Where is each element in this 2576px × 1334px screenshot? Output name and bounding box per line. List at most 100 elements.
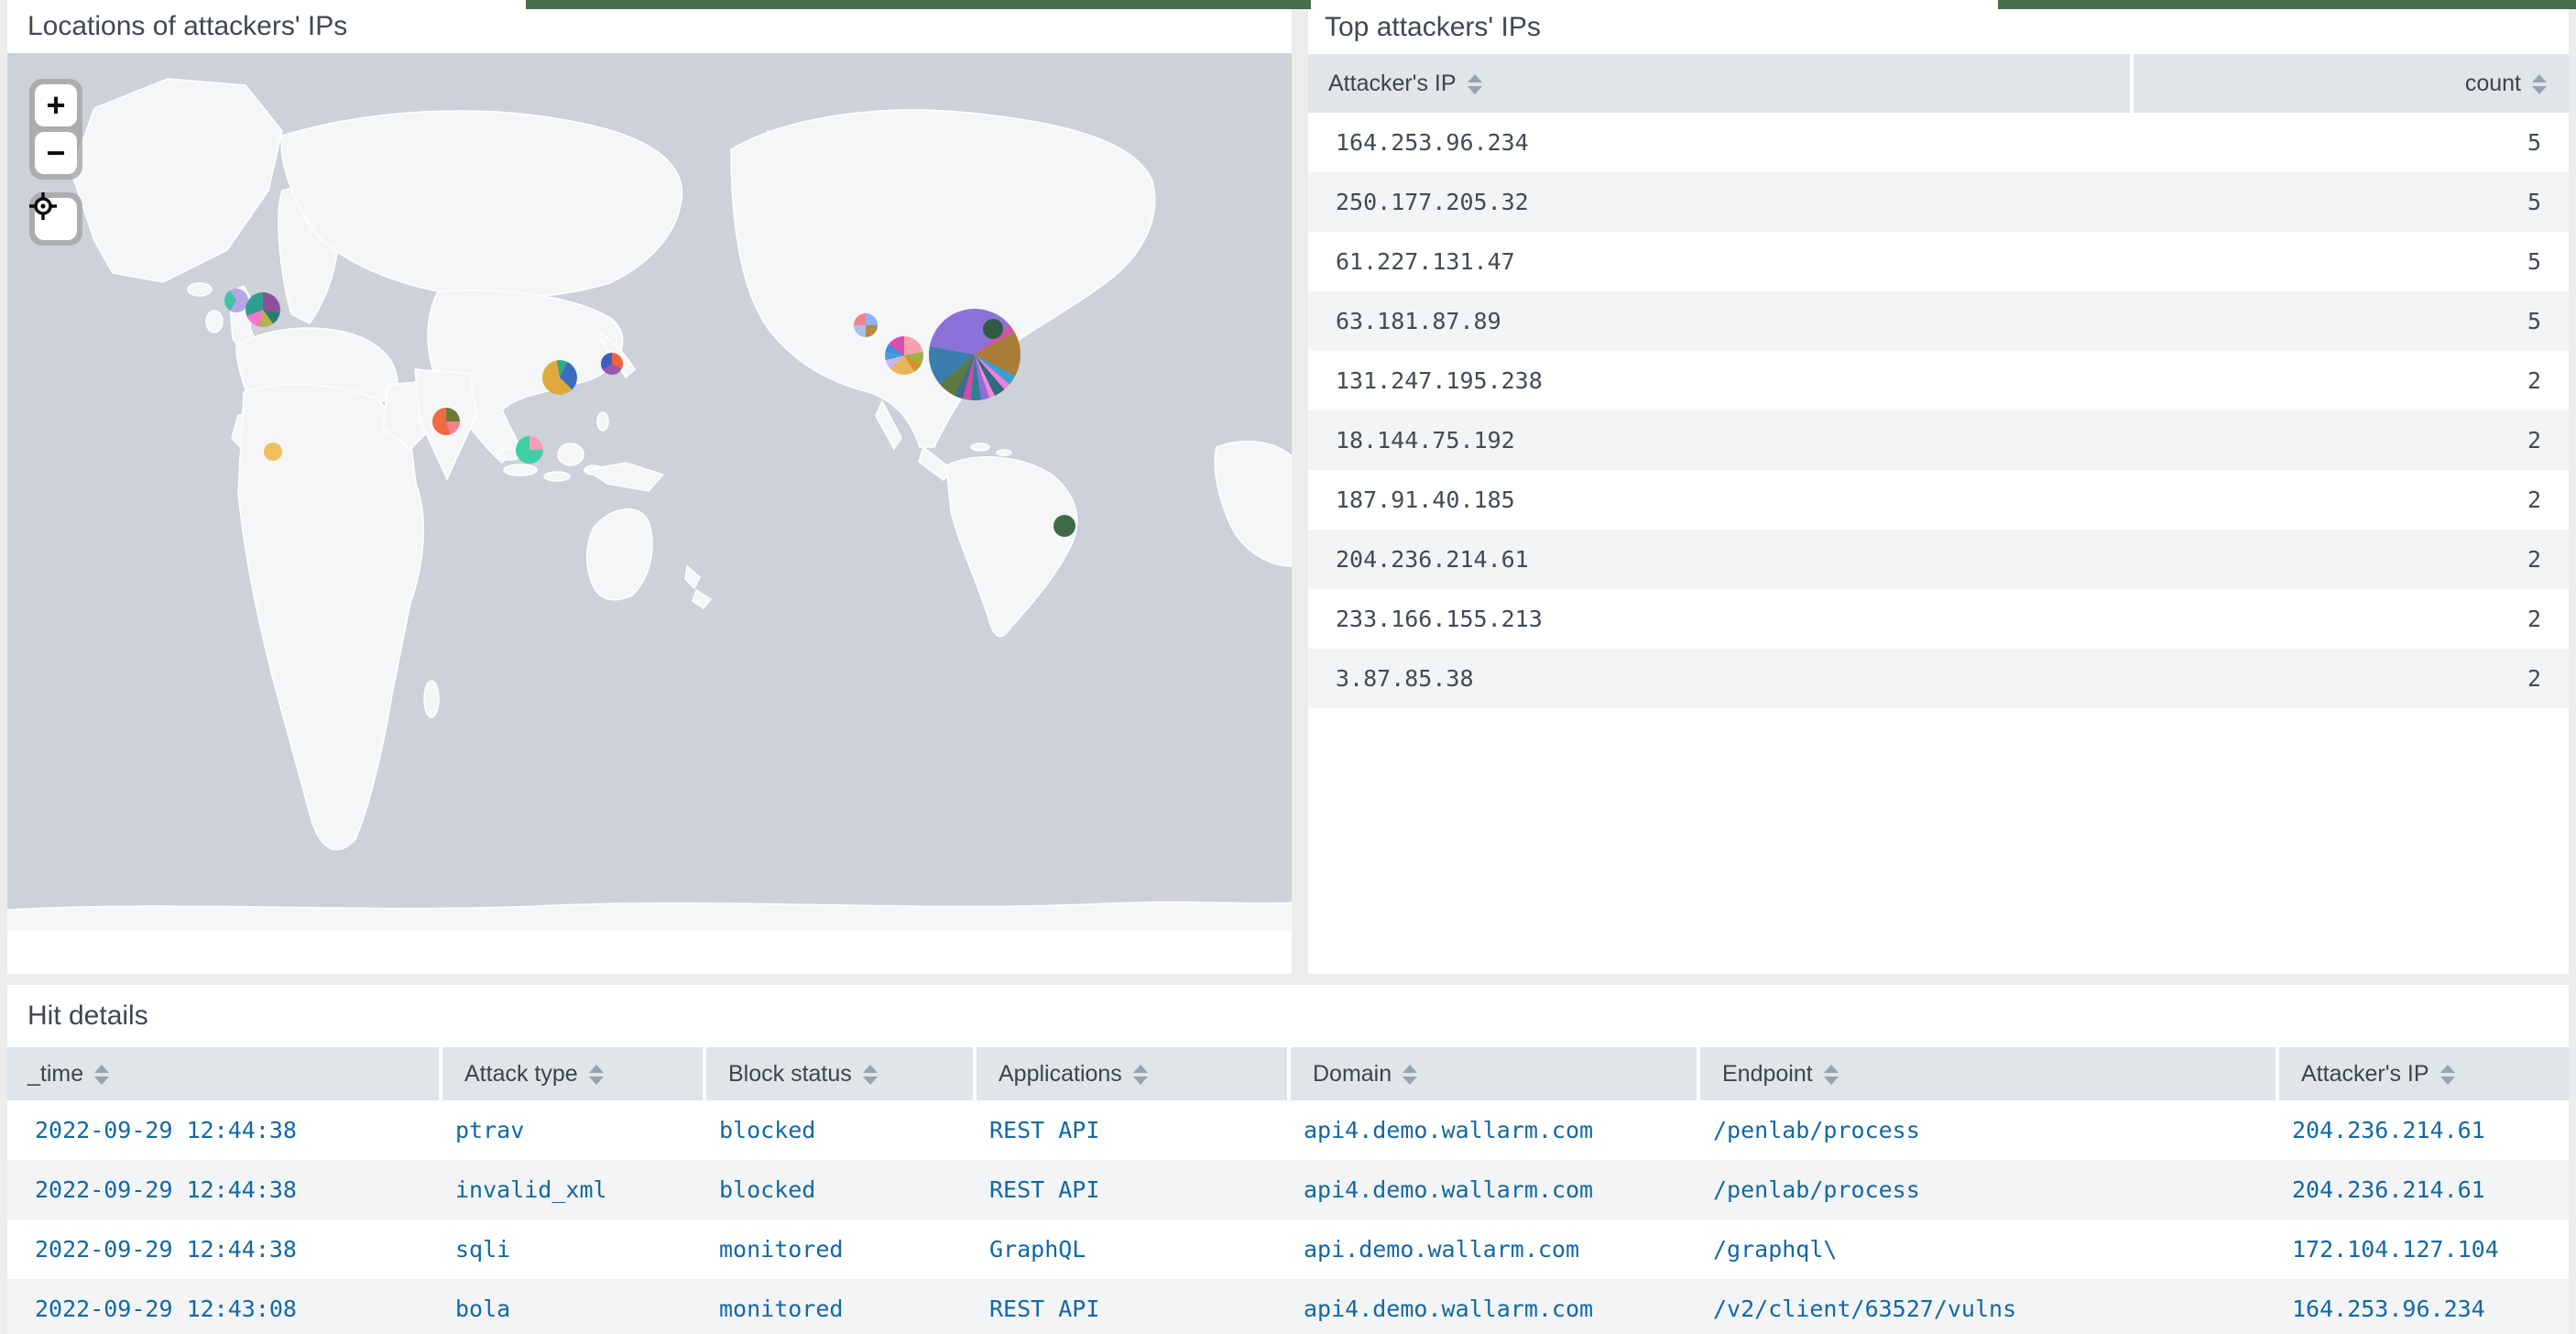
table-row[interactable]: 187.91.40.1852 [1308, 470, 2569, 530]
table-cell[interactable]: 2022-09-29 12:44:38 [7, 1219, 439, 1279]
table-row[interactable]: 2022-09-29 12:44:38ptravblockedREST APIa… [7, 1100, 2569, 1160]
table-cell: 187.91.40.185 [1308, 470, 2130, 530]
topbar-green-segment-left [526, 0, 1311, 9]
map-marker-east-china[interactable] [542, 360, 577, 395]
table-cell[interactable]: 2022-09-29 12:44:38 [7, 1160, 439, 1219]
map-marker-india[interactable] [432, 408, 460, 435]
locate-button[interactable] [35, 198, 77, 240]
table-cell[interactable]: REST API [973, 1100, 1287, 1160]
column-header-domain[interactable]: Domain [1287, 1047, 1697, 1100]
table-cell[interactable]: 164.253.96.234 [2276, 1279, 2569, 1334]
sort-icon [94, 1065, 109, 1085]
table-cell[interactable]: blocked [703, 1100, 973, 1160]
table-row[interactable]: 2022-09-29 12:44:38sqlimonitoredGraphQLa… [7, 1219, 2569, 1279]
table-cell: 5 [2130, 291, 2569, 351]
map-marker-us-west[interactable] [854, 313, 878, 337]
hit-details-table: _time Attack typeBlock status Applications… [7, 1047, 2569, 1334]
table-row[interactable]: 233.166.155.2132 [1308, 589, 2569, 649]
column-label: Attacker's IP [2301, 1061, 2429, 1087]
table-cell: 233.166.155.213 [1308, 589, 2130, 649]
table-cell: 5 [2130, 172, 2569, 232]
table-cell[interactable]: 204.236.214.61 [2276, 1100, 2569, 1160]
table-cell[interactable]: 204.236.214.61 [2276, 1160, 2569, 1219]
table-row[interactable]: 131.247.195.2382 [1308, 351, 2569, 410]
table-cell[interactable]: REST API [973, 1279, 1287, 1334]
column-header-count[interactable]: count [2130, 54, 2569, 113]
table-cell[interactable]: GraphQL [973, 1219, 1287, 1279]
sort-icon [1403, 1065, 1417, 1085]
table-cell[interactable]: sqli [439, 1219, 703, 1279]
map-marker-us-south[interactable] [885, 336, 923, 375]
top-attackers-table: Attacker's IPcount164.253.96.2345250.177… [1308, 54, 2569, 708]
table-cell[interactable]: invalid_xml [439, 1160, 703, 1219]
table-cell: 61.227.131.47 [1308, 232, 2130, 291]
table-row[interactable]: 164.253.96.2345 [1308, 113, 2569, 172]
map-marker-western-europe[interactable] [246, 292, 280, 327]
table-cell: 63.181.87.89 [1308, 291, 2130, 351]
map-locate-control [29, 192, 82, 246]
map-marker-us-east[interactable] [929, 309, 1021, 400]
table-cell[interactable]: monitored [703, 1219, 973, 1279]
locate-icon [29, 192, 57, 220]
map-marker-japan[interactable] [601, 353, 623, 375]
map-marker-southeast-asia[interactable] [516, 436, 543, 464]
table-cell[interactable]: 172.104.127.104 [2276, 1219, 2569, 1279]
table-row[interactable]: 2022-09-29 12:43:08bolamonitoredREST API… [7, 1279, 2569, 1334]
dashboard: Locations of attackers' IPs [0, 0, 2576, 1334]
sort-icon [2440, 1065, 2455, 1085]
map-marker-brazil[interactable] [1053, 515, 1075, 537]
column-label: count [2465, 71, 2521, 96]
table-cell[interactable]: /penlab/process [1697, 1160, 2276, 1219]
map-marker-us-east-green[interactable] [983, 319, 1003, 339]
table-row[interactable]: 63.181.87.895 [1308, 291, 2569, 351]
table-cell[interactable]: /graphql\ [1697, 1219, 2276, 1279]
table-cell[interactable]: api4.demo.wallarm.com [1287, 1160, 1697, 1219]
sort-icon [1133, 1065, 1148, 1085]
table-cell[interactable]: ptrav [439, 1100, 703, 1160]
sort-icon [863, 1065, 878, 1085]
table-cell: 164.253.96.234 [1308, 113, 2130, 172]
table-cell[interactable]: api4.demo.wallarm.com [1287, 1279, 1697, 1334]
table-cell[interactable]: blocked [703, 1160, 973, 1219]
table-row[interactable]: 61.227.131.475 [1308, 232, 2569, 291]
column-label: Domain [1313, 1061, 1392, 1087]
column-header-endpoint[interactable]: Endpoint [1697, 1047, 2276, 1100]
column-header-block-status[interactable]: Block status [703, 1047, 973, 1100]
sort-icon [2532, 74, 2547, 94]
table-row[interactable]: 204.236.214.612 [1308, 530, 2569, 589]
table-row[interactable]: 250.177.205.325 [1308, 172, 2569, 232]
column-header--time[interactable]: _time [7, 1047, 439, 1100]
column-label: Applications [999, 1061, 1122, 1087]
table-cell[interactable]: api4.demo.wallarm.com [1287, 1100, 1697, 1160]
table-cell: 2 [2130, 351, 2569, 410]
top-attackers-panel: Top attackers' IPs Attacker's IPcount164… [1308, 0, 2569, 974]
topbar-green-segment-right [1998, 0, 2576, 9]
zoom-in-button[interactable]: + [35, 84, 77, 126]
table-cell[interactable]: REST API [973, 1160, 1287, 1219]
table-row[interactable]: 18.144.75.1922 [1308, 410, 2569, 470]
table-cell[interactable]: /v2/client/63527/vulns [1697, 1279, 2276, 1334]
table-row[interactable]: 2022-09-29 12:44:38invalid_xmlblockedRES… [7, 1160, 2569, 1219]
map-marker-west-africa[interactable] [264, 443, 282, 461]
table-cell[interactable]: 2022-09-29 12:43:08 [7, 1279, 439, 1334]
table-cell[interactable]: /penlab/process [1697, 1100, 2276, 1160]
table-cell: 5 [2130, 232, 2569, 291]
zoom-out-button[interactable]: − [35, 132, 77, 174]
map-land [7, 53, 1292, 932]
locations-map-panel: Locations of attackers' IPs [7, 0, 1292, 974]
column-header-attacker-s-ip[interactable]: Attacker's IP [2276, 1047, 2569, 1100]
table-row[interactable]: 3.87.85.382 [1308, 649, 2569, 708]
column-header-attacker-s-ip[interactable]: Attacker's IP [1308, 54, 2130, 113]
column-header-attack-type[interactable]: Attack type [439, 1047, 703, 1100]
table-cell[interactable]: 2022-09-29 12:44:38 [7, 1100, 439, 1160]
map-zoom-control: + − [29, 79, 82, 180]
table-cell[interactable]: api.demo.wallarm.com [1287, 1219, 1697, 1279]
sort-icon [589, 1065, 604, 1085]
table-cell: 2 [2130, 530, 2569, 589]
world-map[interactable]: + − [7, 53, 1292, 932]
table-cell[interactable]: bola [439, 1279, 703, 1334]
column-header-applications[interactable]: Applications [973, 1047, 1287, 1100]
table-cell[interactable]: monitored [703, 1279, 973, 1334]
table-cell: 3.87.85.38 [1308, 649, 2130, 708]
column-label: _time [27, 1061, 83, 1087]
